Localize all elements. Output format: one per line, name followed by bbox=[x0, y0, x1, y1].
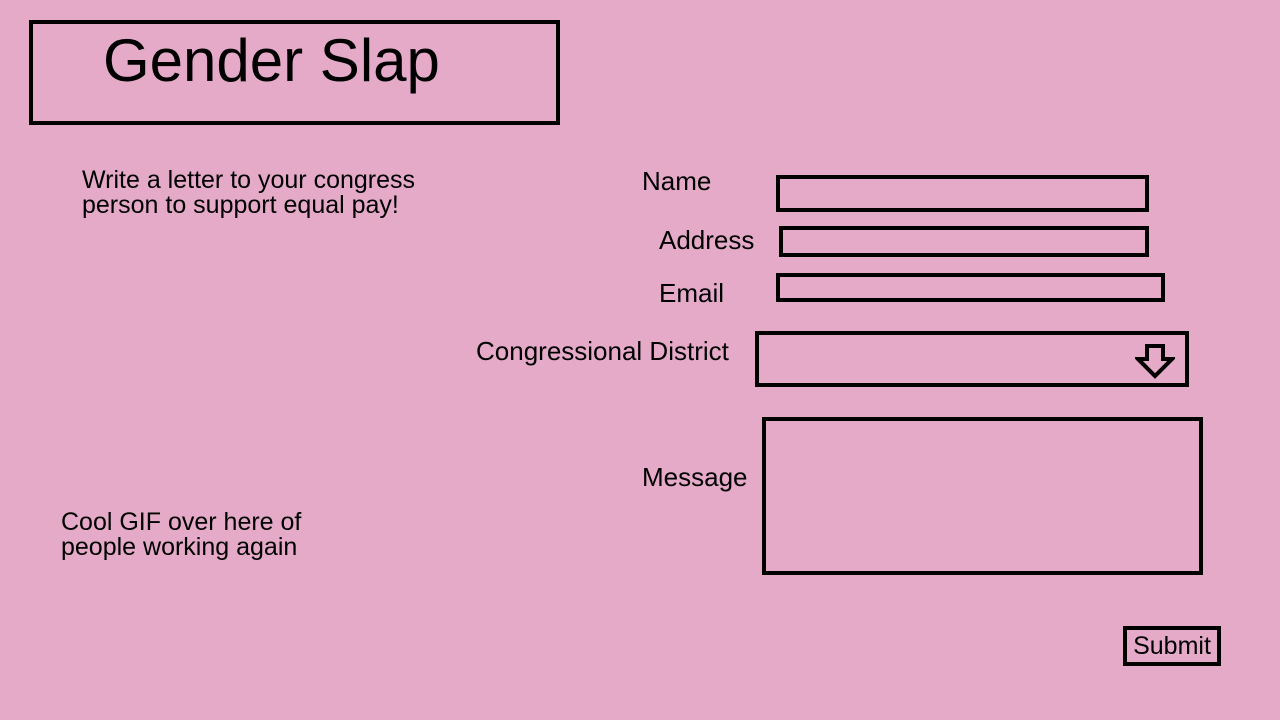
message-textarea[interactable] bbox=[762, 417, 1203, 575]
name-label: Name bbox=[642, 166, 712, 196]
district-select[interactable] bbox=[755, 331, 1189, 387]
email-input[interactable] bbox=[776, 273, 1165, 302]
down-arrow-icon[interactable] bbox=[1135, 343, 1175, 379]
submit-button[interactable]: Submit bbox=[1123, 626, 1221, 666]
gif-placeholder: Cool GIF over here of people working aga… bbox=[61, 508, 302, 561]
address-label: Address bbox=[659, 225, 755, 255]
address-input[interactable] bbox=[779, 226, 1149, 257]
intro-text: Write a letter to your congress person t… bbox=[82, 166, 416, 219]
message-label: Message bbox=[642, 462, 748, 492]
title-box: Gender Slap bbox=[29, 20, 560, 125]
page-title: Gender Slap bbox=[103, 27, 440, 94]
district-label: Congressional District bbox=[476, 336, 729, 366]
name-input[interactable] bbox=[776, 175, 1149, 212]
email-label: Email bbox=[659, 278, 725, 308]
